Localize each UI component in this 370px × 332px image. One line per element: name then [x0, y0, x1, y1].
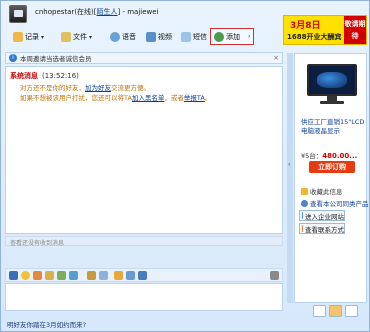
enter-website-button[interactable]: 进入企业网站	[299, 210, 345, 221]
stranger-link[interactable]: 陌生人	[97, 8, 118, 16]
favorite-label: 收藏此信息	[310, 188, 343, 196]
image-icon[interactable]	[57, 271, 66, 280]
voice-label: 语音	[122, 33, 136, 41]
message-icon	[181, 32, 191, 42]
ad-date: 3月8日	[290, 21, 321, 31]
chevron-left-icon: ‹	[288, 161, 291, 168]
favorite-link[interactable]: 收藏此信息	[301, 186, 343, 196]
message-text: 。	[204, 94, 212, 102]
info-icon: i	[9, 54, 17, 62]
tab-shop[interactable]	[345, 305, 358, 317]
message-input[interactable]	[5, 283, 283, 311]
chat-window: cnhopestar(在线)[陌生人] - majiewei 3月8日 1688…	[0, 0, 370, 332]
contact-info-button[interactable]: 查看联系方式	[299, 223, 345, 234]
notice-bar: i 本周邀请当选者诚信会员 ×	[5, 52, 283, 64]
add-label: 添加	[226, 32, 240, 41]
product-title[interactable]: 供应工厂直销15"LCD电脑液晶显示	[301, 118, 365, 136]
price-label: ¥5台：	[301, 152, 323, 160]
contact-card-icon	[302, 225, 303, 232]
video-camera-icon	[146, 32, 156, 42]
main-toolbar: 记录 ▾ 文件 ▾ 语音 视频 短信 添加 ›	[3, 27, 283, 47]
microphone-icon	[110, 32, 120, 42]
price-value: 480.00...	[322, 152, 358, 160]
more-products-link[interactable]: 查看本公司同类产品	[301, 198, 369, 208]
order-button[interactable]: 立即订购	[309, 161, 355, 173]
ad-slogan: 1688开业大酬宾	[287, 33, 342, 41]
record-button[interactable]: 记录 ▾	[13, 29, 44, 45]
avatar[interactable]	[9, 5, 27, 23]
system-message-line: 如果不想被该用户打扰，您还可以将TA加入黑名单，或者举报TA。	[20, 92, 211, 102]
more-products-label: 查看本公司同类产品	[310, 200, 369, 208]
magic-emoji-icon[interactable]	[33, 271, 42, 280]
ad-banner[interactable]: 3月8日 1688开业大酬宾 敬请期待	[283, 15, 367, 45]
star-icon	[301, 187, 308, 195]
blacklist-link[interactable]: 加入黑名单	[132, 94, 165, 102]
quote-icon[interactable]	[126, 271, 135, 280]
voice-button[interactable]: 语音	[110, 29, 136, 45]
chat-history[interactable]: 系统消息 (13:52:16) 对方还不是你的好友，加为好友交流更方便。 如果不想…	[5, 66, 283, 234]
product-price: ¥5台：480.00...	[301, 150, 357, 160]
history-bar[interactable]: 查看还没有收到消息	[5, 236, 283, 247]
file-label: 文件	[73, 33, 87, 41]
settings-icon[interactable]	[270, 271, 279, 280]
product-panel: 供应工厂直销15"LCD电脑液晶显示 ¥5台：480.00... 立即订购 收藏…	[294, 53, 369, 303]
message-text: 如果不想被该用户打扰，您还可以将TA	[20, 94, 132, 102]
message-text: ，或者	[164, 94, 184, 102]
contact-info-label: 查看联系方式	[305, 225, 344, 234]
screenshot-icon[interactable]	[69, 271, 78, 280]
report-link[interactable]: 举报TA	[184, 94, 205, 102]
notice-text[interactable]: 本周邀请当选者诚信会员	[20, 53, 92, 63]
add-friend-link[interactable]: 加为好友	[85, 84, 111, 92]
search-icon	[301, 199, 308, 207]
close-icon[interactable]: ×	[273, 54, 279, 62]
panel-tabs	[313, 305, 369, 317]
sms-label: 短信	[193, 33, 207, 41]
price-icon[interactable]	[138, 271, 147, 280]
ad-coming-soon: 敬请期待	[344, 16, 366, 44]
chevron-down-icon: ▾	[41, 33, 45, 41]
video-button[interactable]: 视频	[146, 29, 172, 45]
add-user-icon	[214, 31, 224, 42]
record-icon	[13, 32, 23, 42]
product-image[interactable]	[307, 64, 357, 104]
tab-product[interactable]	[329, 305, 342, 317]
video-label: 视频	[158, 33, 172, 41]
record-label: 记录	[25, 33, 39, 41]
system-message-time: (13:52:16)	[42, 72, 79, 80]
side-collapse-handle[interactable]: ‹	[287, 53, 293, 303]
system-message-sender: 系统消息	[10, 72, 38, 80]
history-text: 查看还没有收到消息	[10, 240, 65, 247]
message-text: 对方还不是你的好友，	[20, 84, 85, 92]
title-suffix: ] - majiewei	[117, 8, 159, 16]
folder-icon	[61, 32, 71, 42]
monitor-screen	[307, 64, 357, 96]
format-toolbar	[5, 268, 283, 282]
system-message-header: 系统消息 (13:52:16)	[10, 71, 79, 81]
flash-icon[interactable]	[45, 271, 54, 280]
home-icon	[302, 212, 303, 219]
window-title: cnhopestar(在线)[陌生人] - majiewei	[35, 7, 159, 17]
enter-website-label: 进入企业网站	[305, 212, 344, 221]
footer-link[interactable]: 明好友你踏在3月如约而来?	[7, 319, 86, 329]
emoji-icon[interactable]	[21, 271, 30, 280]
shake-icon[interactable]	[99, 271, 108, 280]
title-prefix: cnhopestar(在线)[	[35, 8, 97, 16]
font-icon[interactable]	[9, 271, 18, 280]
system-message-line: 对方还不是你的好友，加为好友交流更方便。	[20, 82, 150, 92]
add-button[interactable]: 添加 ›	[210, 28, 255, 45]
message-text: 交流更方便。	[111, 84, 150, 92]
file-button[interactable]: 文件 ▾	[61, 29, 92, 45]
chevron-down-icon: ▾	[89, 33, 93, 41]
tab-profile[interactable]	[313, 305, 326, 317]
chevron-right-icon: ›	[248, 33, 251, 40]
sms-button[interactable]: 短信	[181, 29, 207, 45]
product-icon[interactable]	[114, 271, 123, 280]
monitor-base	[320, 101, 344, 104]
file-send-icon[interactable]	[87, 271, 96, 280]
